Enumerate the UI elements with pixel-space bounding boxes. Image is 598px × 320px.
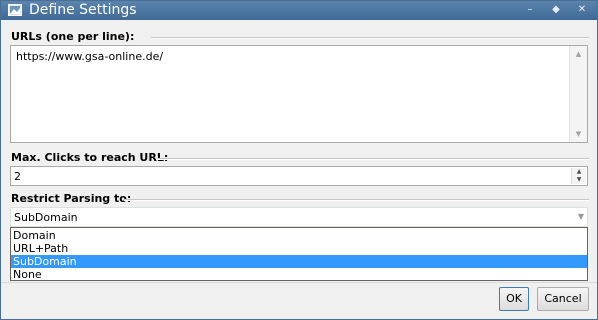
restrict-parsing-divider	[124, 199, 589, 201]
ok-button[interactable]: OK	[499, 287, 529, 311]
dropdown-option-subdomain[interactable]: SubDomain	[11, 255, 587, 268]
urls-textarea-value: https://www.gsa-online.de/	[16, 50, 164, 63]
scroll-up-arrow-icon[interactable]: ▲	[570, 47, 587, 61]
restrict-parsing-label: Restrict Parsing to:	[11, 192, 132, 205]
restrict-parsing-dropdown-list: Domain URL+Path SubDomain None	[10, 227, 588, 281]
close-button[interactable]: ✕	[571, 2, 593, 18]
title-bar[interactable]: Define Settings – ◆ ✕	[1, 1, 597, 20]
dropdown-option-none[interactable]: None	[11, 268, 587, 281]
max-clicks-label: Max. Clicks to reach URL:	[11, 151, 169, 164]
spinner-buttons[interactable]: ▲ ▼	[571, 168, 586, 184]
urls-label: URLs (one per line):	[11, 30, 135, 43]
chevron-down-icon[interactable]: ▼	[578, 212, 584, 221]
spin-up-arrow-icon[interactable]: ▲	[572, 168, 586, 176]
maximize-button[interactable]: ◆	[545, 2, 567, 18]
spin-down-arrow-icon[interactable]: ▼	[572, 176, 586, 184]
window-icon	[8, 4, 22, 16]
define-settings-window: Define Settings – ◆ ✕ URLs (one per line…	[0, 0, 598, 320]
max-clicks-divider	[157, 158, 589, 160]
restrict-parsing-selected: SubDomain	[14, 211, 78, 224]
button-bar-divider	[1, 282, 597, 283]
max-clicks-value: 2	[14, 170, 21, 183]
urls-textarea[interactable]: https://www.gsa-online.de/ ▲ ▼	[10, 45, 588, 143]
urls-scrollbar[interactable]: ▲ ▼	[569, 46, 587, 142]
scroll-down-arrow-icon[interactable]: ▼	[570, 127, 587, 141]
restrict-parsing-select[interactable]: SubDomain ▼	[10, 207, 588, 227]
dropdown-option-domain[interactable]: Domain	[11, 229, 587, 242]
urls-divider	[151, 37, 589, 39]
max-clicks-spinner[interactable]: 2 ▲ ▼	[10, 166, 588, 186]
cancel-button[interactable]: Cancel	[537, 287, 589, 311]
minimize-button[interactable]: –	[519, 2, 541, 18]
window-title: Define Settings	[29, 2, 137, 18]
dropdown-option-url-path[interactable]: URL+Path	[11, 242, 587, 255]
